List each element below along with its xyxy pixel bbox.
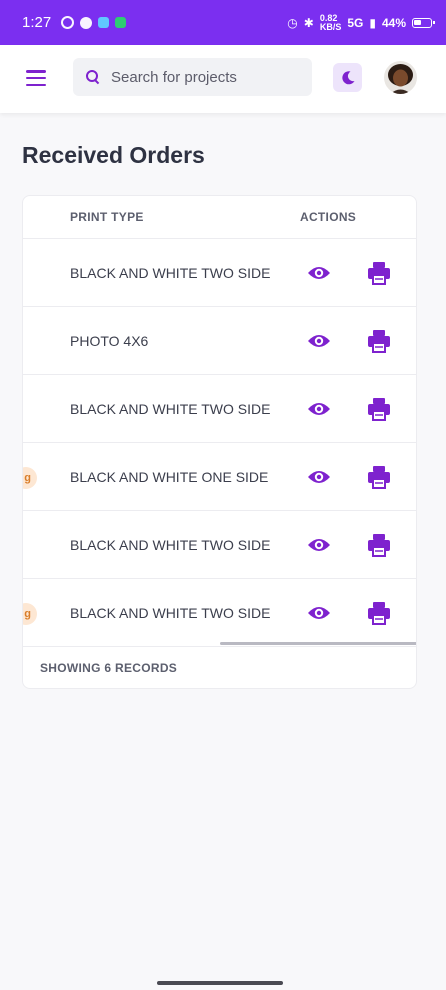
eye-icon (308, 335, 330, 347)
signal-icon: ▮ (369, 15, 376, 30)
view-order-button[interactable] (307, 263, 331, 283)
print-type-cell: BLACK AND WHITE TWO SIDE (70, 605, 271, 621)
column-header-actions: ACTIONS (300, 210, 357, 224)
hamburger-icon[interactable] (26, 70, 46, 86)
eye-icon (308, 471, 330, 483)
print-order-button[interactable] (366, 396, 392, 422)
printer-icon (368, 534, 390, 557)
print-type-cell: BLACK AND WHITE TWO SIDE (70, 265, 271, 281)
telegram-icon (98, 17, 110, 28)
view-order-button[interactable] (307, 467, 331, 487)
table-row: BLACK AND WHITE TWO SIDE (23, 511, 416, 579)
status-time: 1:27 (22, 14, 52, 31)
network-speed-unit: KB/S (319, 21, 342, 32)
battery-icon (412, 17, 435, 28)
table-row: BLACK AND WHITE TWO SIDE (23, 375, 416, 443)
print-order-button[interactable] (366, 260, 392, 286)
view-order-button[interactable] (307, 603, 331, 623)
home-indicator[interactable] (157, 981, 283, 985)
status-badge: g (23, 467, 37, 489)
view-order-button[interactable] (307, 331, 331, 351)
table-row: PHOTO 4X6 (23, 307, 416, 375)
eye-icon (308, 607, 330, 619)
column-header-print-type: PRINT TYPE (70, 210, 144, 224)
print-type-cell: PHOTO 4X6 (70, 333, 149, 349)
page-title: Received Orders (22, 142, 205, 168)
search-bar[interactable] (73, 58, 312, 96)
alarm-icon: ◷ (287, 15, 298, 30)
view-order-button[interactable] (307, 535, 331, 555)
printer-icon (368, 398, 390, 421)
table-header: PRINT TYPE ACTIONS (23, 196, 416, 239)
eye-icon (308, 267, 330, 279)
horizontal-scrollbar[interactable] (220, 642, 416, 645)
whatsapp-icon (61, 16, 75, 29)
search-icon (85, 69, 101, 85)
eye-icon (308, 539, 330, 551)
avatar[interactable] (384, 61, 417, 94)
status-bar: 1:27 ◷ ✱ 0.82 KB/S 5G ▮ 44% (0, 0, 446, 45)
network-speed: 0.82 KB/S (319, 13, 342, 32)
moon-icon (341, 70, 354, 84)
print-type-cell: BLACK AND WHITE TWO SIDE (70, 537, 271, 553)
printer-icon (368, 262, 390, 285)
table-row: g BLACK AND WHITE TWO SIDE (23, 579, 416, 647)
whatsapp-business-icon (115, 17, 127, 28)
theme-toggle-button[interactable] (333, 63, 362, 92)
eye-icon (308, 403, 330, 415)
printer-icon (368, 466, 390, 489)
print-type-cell: BLACK AND WHITE ONE SIDE (70, 469, 269, 485)
records-count: SHOWING 6 RECORDS (40, 661, 178, 675)
orders-table: PRINT TYPE ACTIONS BLACK AND WHITE TWO S… (22, 195, 417, 689)
table-row: BLACK AND WHITE TWO SIDE (23, 239, 416, 307)
printer-icon (368, 330, 390, 353)
status-right: ◷ ✱ 0.82 KB/S 5G ▮ 44% (287, 13, 435, 32)
print-type-cell: BLACK AND WHITE TWO SIDE (70, 401, 271, 417)
print-order-button[interactable] (366, 464, 392, 490)
print-order-button[interactable] (366, 532, 392, 558)
printer-icon (368, 602, 390, 625)
table-row: g BLACK AND WHITE ONE SIDE (23, 443, 416, 511)
messenger-icon (80, 16, 93, 29)
app-header (0, 45, 446, 113)
status-left: 1:27 (22, 14, 127, 31)
print-order-button[interactable] (366, 600, 392, 626)
network-type: 5G (347, 15, 364, 30)
status-badge: g (23, 603, 37, 625)
print-order-button[interactable] (366, 328, 392, 354)
search-input[interactable] (111, 68, 301, 86)
battery-percent: 44% (381, 15, 406, 30)
view-order-button[interactable] (307, 399, 331, 419)
bluetooth-icon: ✱ (303, 15, 314, 30)
